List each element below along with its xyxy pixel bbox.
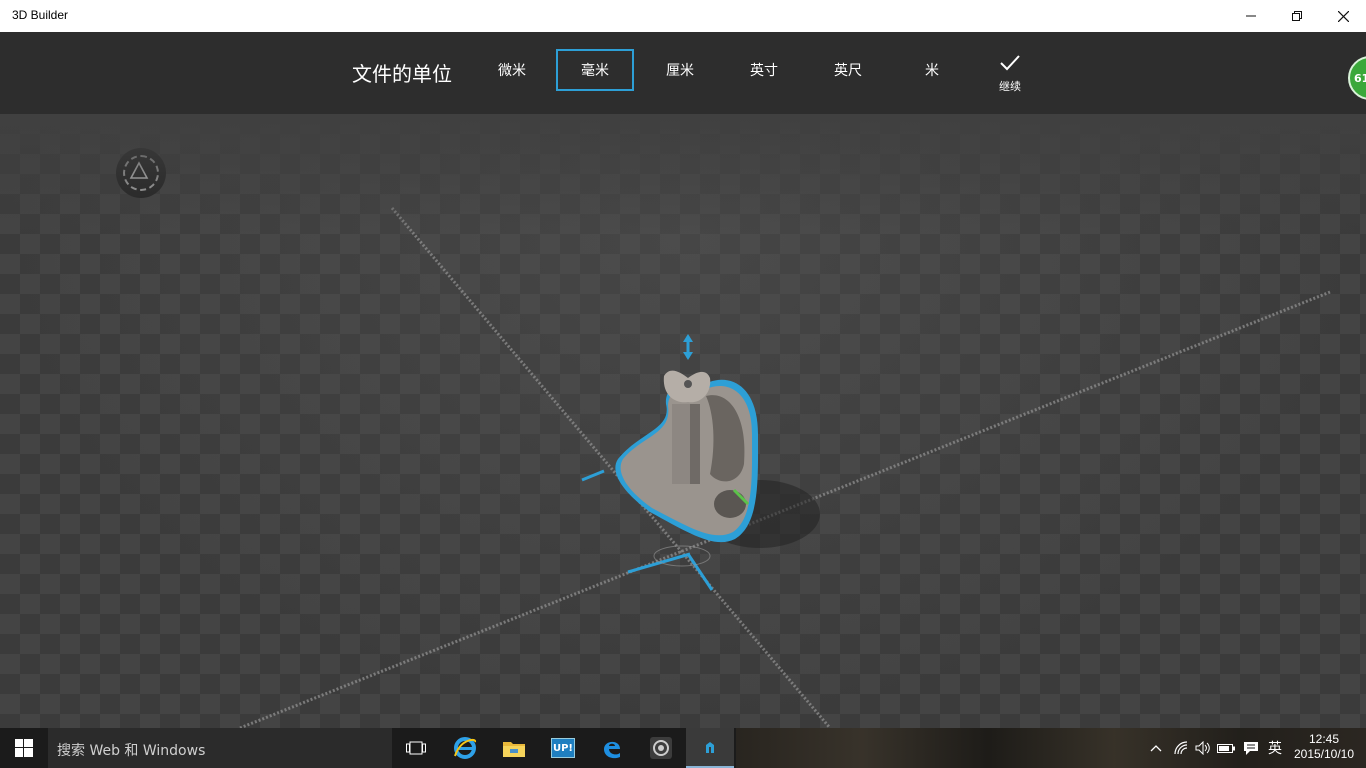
- search-box[interactable]: 搜索 Web 和 Windows: [48, 728, 392, 768]
- axis-line-x: [390, 207, 832, 728]
- up-app-icon: UP!: [551, 738, 575, 758]
- restore-icon: [1292, 11, 1302, 21]
- start-button[interactable]: [0, 728, 48, 768]
- model-cap-hole: [684, 380, 692, 388]
- volume-button[interactable]: [1193, 728, 1213, 768]
- unit-toolbar: 文件的单位 微米 毫米 厘米 英寸 英尺 米 继续: [0, 32, 1366, 114]
- minimize-button[interactable]: [1228, 0, 1274, 32]
- internet-explorer-button[interactable]: [441, 728, 489, 768]
- checkmark-icon: [1000, 55, 1020, 71]
- gizmo-vertical-up: [683, 334, 693, 342]
- clock[interactable]: 12:45 2015/10/10: [1286, 732, 1362, 762]
- model-shaft-shade: [690, 404, 700, 484]
- file-explorer-button[interactable]: [490, 728, 538, 768]
- task-view-icon: [406, 741, 426, 755]
- edge-button[interactable]: [588, 728, 636, 768]
- 3d-builder-taskbar-button[interactable]: [686, 728, 734, 768]
- network-button[interactable]: [1171, 728, 1193, 768]
- edge-icon: [604, 741, 620, 759]
- battery-icon: [1217, 744, 1235, 753]
- unit-centimeter[interactable]: 厘米: [641, 49, 719, 91]
- 3d-builder-icon: [706, 742, 714, 753]
- up-app-button[interactable]: UP!: [539, 728, 587, 768]
- unit-foot[interactable]: 英尺: [809, 49, 887, 91]
- windows-logo-icon: [15, 739, 33, 757]
- model-hole: [714, 490, 746, 518]
- close-icon: [1337, 10, 1349, 22]
- view-cube-icon: [123, 155, 159, 191]
- close-button[interactable]: [1320, 0, 1366, 32]
- minimize-icon: [1246, 15, 1256, 17]
- speaker-icon: [1195, 741, 1210, 755]
- restore-button[interactable]: [1274, 0, 1320, 32]
- gizmo-floor: [627, 552, 691, 574]
- view-navigation-button[interactable]: [116, 148, 166, 198]
- internet-explorer-icon: [454, 737, 477, 759]
- input-method-indicator[interactable]: 英: [1264, 728, 1286, 768]
- show-hidden-icons-button[interactable]: [1146, 728, 1166, 768]
- 3d-viewport[interactable]: [0, 114, 1366, 728]
- gizmo-horizontal: [581, 469, 605, 482]
- clock-time: 12:45: [1308, 732, 1340, 746]
- scene-canvas[interactable]: [0, 114, 1366, 728]
- 3d-app-icon: [650, 737, 672, 759]
- app-title: 3D Builder: [12, 8, 69, 22]
- message-icon: [1244, 741, 1258, 755]
- title-bar: 3D Builder: [0, 0, 1366, 32]
- badge-text: 61: [1354, 72, 1366, 85]
- clock-date: 2015/10/10: [1293, 747, 1355, 761]
- unit-meter[interactable]: 米: [893, 49, 971, 91]
- units-title: 文件的单位: [352, 62, 452, 86]
- wifi-icon: [1174, 741, 1188, 755]
- continue-label: 继续: [999, 80, 1021, 93]
- unit-inch[interactable]: 英寸: [725, 49, 803, 91]
- search-placeholder: 搜索 Web 和 Windows: [57, 743, 206, 759]
- file-explorer-icon: [503, 742, 525, 757]
- gizmo-vertical-down: [683, 352, 693, 360]
- unit-millimeter[interactable]: 毫米: [556, 49, 634, 91]
- continue-button[interactable]: 继续: [990, 54, 1030, 102]
- power-button[interactable]: [1215, 728, 1237, 768]
- unit-micrometer[interactable]: 微米: [473, 49, 551, 91]
- action-center-button[interactable]: [1240, 728, 1262, 768]
- chevron-up-icon: [1150, 745, 1162, 752]
- task-view-button[interactable]: [392, 728, 440, 768]
- taskbar: 搜索 Web 和 Windows UP! 英 12:45 2015/10/10: [0, 728, 1366, 768]
- 3d-app-button[interactable]: [637, 728, 685, 768]
